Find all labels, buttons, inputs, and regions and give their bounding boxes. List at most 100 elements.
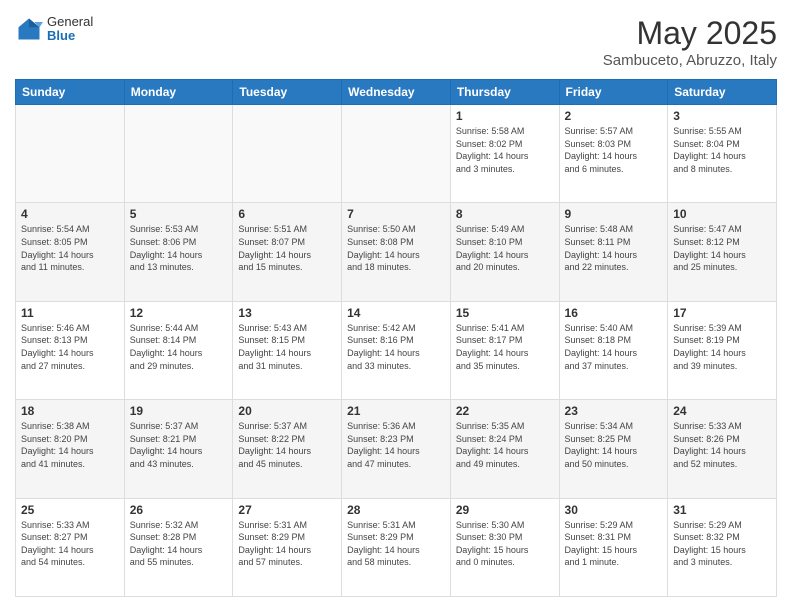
calendar-cell-w4-d4: 29Sunrise: 5:30 AM Sunset: 8:30 PM Dayli…: [450, 498, 559, 596]
day-info-w3-d0: Sunrise: 5:38 AM Sunset: 8:20 PM Dayligh…: [21, 420, 119, 470]
day-info-w1-d2: Sunrise: 5:51 AM Sunset: 8:07 PM Dayligh…: [238, 223, 336, 273]
day-info-w1-d3: Sunrise: 5:50 AM Sunset: 8:08 PM Dayligh…: [347, 223, 445, 273]
calendar-cell-w4-d6: 31 Sunrise: 5:29 AM Sunset: 8:32 PM Dayli…: [668, 498, 777, 596]
day-number-w2-d3: 14: [347, 306, 445, 320]
week-row-2: 11 Sunrise: 5:46 AM Sunset: 8:13 PM Dayli…: [16, 301, 777, 399]
day-info-w2-d3: Sunrise: 5:42 AM Sunset: 8:16 PM Dayligh…: [347, 322, 445, 372]
day-info-w2-d5: Sunrise: 5:40 AM Sunset: 8:18 PM Dayligh…: [565, 322, 663, 372]
day-number-w2-d0: 11: [21, 306, 119, 320]
day-info-w0-d5: Sunrise: 5:57 AM Sunset: 8:03 PM Dayligh…: [565, 125, 663, 175]
calendar-cell-w2-d0: 11 Sunrise: 5:46 AM Sunset: 8:13 PM Dayli…: [16, 301, 125, 399]
calendar-table: Sunday Monday Tuesday Wednesday Thursday…: [15, 79, 777, 597]
day-number-w4-d3: 28: [347, 503, 445, 517]
calendar-cell-w2-d5: 16 Sunrise: 5:40 AM Sunset: 8:18 PM Dayli…: [559, 301, 668, 399]
calendar-cell-w1-d0: 4 Sunrise: 5:54 AM Sunset: 8:05 PM Daylig…: [16, 203, 125, 301]
calendar-cell-w0-d4: 1Sunrise: 5:58 AM Sunset: 8:02 PM Daylig…: [450, 105, 559, 203]
day-info-w1-d5: Sunrise: 5:48 AM Sunset: 8:11 PM Dayligh…: [565, 223, 663, 273]
calendar-cell-w2-d4: 15Sunrise: 5:41 AM Sunset: 8:17 PM Dayli…: [450, 301, 559, 399]
day-info-w4-d6: Sunrise: 5:29 AM Sunset: 8:32 PM Dayligh…: [673, 519, 771, 569]
header-saturday: Saturday: [668, 80, 777, 105]
day-info-w3-d3: Sunrise: 5:36 AM Sunset: 8:23 PM Dayligh…: [347, 420, 445, 470]
calendar-cell-w4-d0: 25 Sunrise: 5:33 AM Sunset: 8:27 PM Dayli…: [16, 498, 125, 596]
calendar-cell-w2-d6: 17 Sunrise: 5:39 AM Sunset: 8:19 PM Dayli…: [668, 301, 777, 399]
calendar-cell-w4-d5: 30Sunrise: 5:29 AM Sunset: 8:31 PM Dayli…: [559, 498, 668, 596]
week-row-4: 25 Sunrise: 5:33 AM Sunset: 8:27 PM Dayli…: [16, 498, 777, 596]
day-number-w4-d2: 27: [238, 503, 336, 517]
day-number-w2-d1: 12: [130, 306, 228, 320]
day-number-w1-d4: 8: [456, 207, 554, 221]
logo-icon: [15, 15, 43, 43]
header-thursday: Thursday: [450, 80, 559, 105]
calendar-cell-w1-d5: 9Sunrise: 5:48 AM Sunset: 8:11 PM Daylig…: [559, 203, 668, 301]
calendar-cell-w4-d1: 26 Sunrise: 5:32 AM Sunset: 8:28 PM Dayli…: [124, 498, 233, 596]
day-info-w2-d6: Sunrise: 5:39 AM Sunset: 8:19 PM Dayligh…: [673, 322, 771, 372]
calendar-cell-w2-d1: 12Sunrise: 5:44 AM Sunset: 8:14 PM Dayli…: [124, 301, 233, 399]
calendar-cell-w3-d4: 22 Sunrise: 5:35 AM Sunset: 8:24 PM Dayli…: [450, 400, 559, 498]
day-number-w2-d4: 15: [456, 306, 554, 320]
calendar-cell-w1-d3: 7 Sunrise: 5:50 AM Sunset: 8:08 PM Daylig…: [342, 203, 451, 301]
day-info-w2-d0: Sunrise: 5:46 AM Sunset: 8:13 PM Dayligh…: [21, 322, 119, 372]
header-wednesday: Wednesday: [342, 80, 451, 105]
day-number-w4-d0: 25: [21, 503, 119, 517]
day-info-w1-d6: Sunrise: 5:47 AM Sunset: 8:12 PM Dayligh…: [673, 223, 771, 273]
subtitle: Sambuceto, Abruzzo, Italy: [603, 52, 777, 69]
week-row-1: 4 Sunrise: 5:54 AM Sunset: 8:05 PM Daylig…: [16, 203, 777, 301]
day-info-w2-d2: Sunrise: 5:43 AM Sunset: 8:15 PM Dayligh…: [238, 322, 336, 372]
day-info-w1-d4: Sunrise: 5:49 AM Sunset: 8:10 PM Dayligh…: [456, 223, 554, 273]
day-number-w3-d3: 21: [347, 404, 445, 418]
calendar-cell-w3-d1: 19 Sunrise: 5:37 AM Sunset: 8:21 PM Dayli…: [124, 400, 233, 498]
day-number-w4-d4: 29: [456, 503, 554, 517]
day-number-w1-d0: 4: [21, 207, 119, 221]
logo: General Blue: [15, 15, 93, 44]
day-info-w3-d1: Sunrise: 5:37 AM Sunset: 8:21 PM Dayligh…: [130, 420, 228, 470]
day-info-w4-d5: Sunrise: 5:29 AM Sunset: 8:31 PM Dayligh…: [565, 519, 663, 569]
calendar-cell-w0-d1: [124, 105, 233, 203]
day-number-w1-d1: 5: [130, 207, 228, 221]
calendar-cell-w3-d6: 24Sunrise: 5:33 AM Sunset: 8:26 PM Dayli…: [668, 400, 777, 498]
title-block: May 2025 Sambuceto, Abruzzo, Italy: [603, 15, 777, 69]
calendar-cell-w0-d6: 3Sunrise: 5:55 AM Sunset: 8:04 PM Daylig…: [668, 105, 777, 203]
day-info-w1-d1: Sunrise: 5:53 AM Sunset: 8:06 PM Dayligh…: [130, 223, 228, 273]
header: General Blue May 2025 Sambuceto, Abruzzo…: [15, 15, 777, 69]
calendar-cell-w3-d2: 20 Sunrise: 5:37 AM Sunset: 8:22 PM Dayli…: [233, 400, 342, 498]
calendar-cell-w0-d3: [342, 105, 451, 203]
day-number-w3-d4: 22: [456, 404, 554, 418]
day-info-w3-d5: Sunrise: 5:34 AM Sunset: 8:25 PM Dayligh…: [565, 420, 663, 470]
day-number-w4-d6: 31: [673, 503, 771, 517]
day-number-w1-d2: 6: [238, 207, 336, 221]
day-number-w0-d5: 2: [565, 109, 663, 123]
day-info-w3-d2: Sunrise: 5:37 AM Sunset: 8:22 PM Dayligh…: [238, 420, 336, 470]
day-number-w1-d6: 10: [673, 207, 771, 221]
week-row-3: 18Sunrise: 5:38 AM Sunset: 8:20 PM Dayli…: [16, 400, 777, 498]
logo-text: General Blue: [47, 15, 93, 44]
week-row-0: 1Sunrise: 5:58 AM Sunset: 8:02 PM Daylig…: [16, 105, 777, 203]
day-number-w2-d6: 17: [673, 306, 771, 320]
calendar-cell-w3-d3: 21 Sunrise: 5:36 AM Sunset: 8:23 PM Dayli…: [342, 400, 451, 498]
calendar-cell-w2-d2: 13 Sunrise: 5:43 AM Sunset: 8:15 PM Dayli…: [233, 301, 342, 399]
calendar-cell-w2-d3: 14 Sunrise: 5:42 AM Sunset: 8:16 PM Dayli…: [342, 301, 451, 399]
day-number-w1-d3: 7: [347, 207, 445, 221]
calendar-header-row: Sunday Monday Tuesday Wednesday Thursday…: [16, 80, 777, 105]
header-tuesday: Tuesday: [233, 80, 342, 105]
day-info-w0-d4: Sunrise: 5:58 AM Sunset: 8:02 PM Dayligh…: [456, 125, 554, 175]
calendar-cell-w1-d4: 8 Sunrise: 5:49 AM Sunset: 8:10 PM Daylig…: [450, 203, 559, 301]
calendar-cell-w1-d2: 6 Sunrise: 5:51 AM Sunset: 8:07 PM Daylig…: [233, 203, 342, 301]
day-info-w4-d0: Sunrise: 5:33 AM Sunset: 8:27 PM Dayligh…: [21, 519, 119, 569]
calendar-cell-w3-d0: 18Sunrise: 5:38 AM Sunset: 8:20 PM Dayli…: [16, 400, 125, 498]
day-number-w4-d1: 26: [130, 503, 228, 517]
calendar-cell-w0-d2: [233, 105, 342, 203]
day-number-w3-d2: 20: [238, 404, 336, 418]
day-number-w0-d6: 3: [673, 109, 771, 123]
day-number-w3-d6: 24: [673, 404, 771, 418]
day-number-w2-d2: 13: [238, 306, 336, 320]
logo-blue-text: Blue: [47, 29, 93, 43]
day-number-w3-d1: 19: [130, 404, 228, 418]
calendar-cell-w0-d0: [16, 105, 125, 203]
day-info-w1-d0: Sunrise: 5:54 AM Sunset: 8:05 PM Dayligh…: [21, 223, 119, 273]
day-info-w4-d2: Sunrise: 5:31 AM Sunset: 8:29 PM Dayligh…: [238, 519, 336, 569]
header-monday: Monday: [124, 80, 233, 105]
header-friday: Friday: [559, 80, 668, 105]
day-info-w3-d4: Sunrise: 5:35 AM Sunset: 8:24 PM Dayligh…: [456, 420, 554, 470]
day-number-w2-d5: 16: [565, 306, 663, 320]
day-info-w4-d1: Sunrise: 5:32 AM Sunset: 8:28 PM Dayligh…: [130, 519, 228, 569]
